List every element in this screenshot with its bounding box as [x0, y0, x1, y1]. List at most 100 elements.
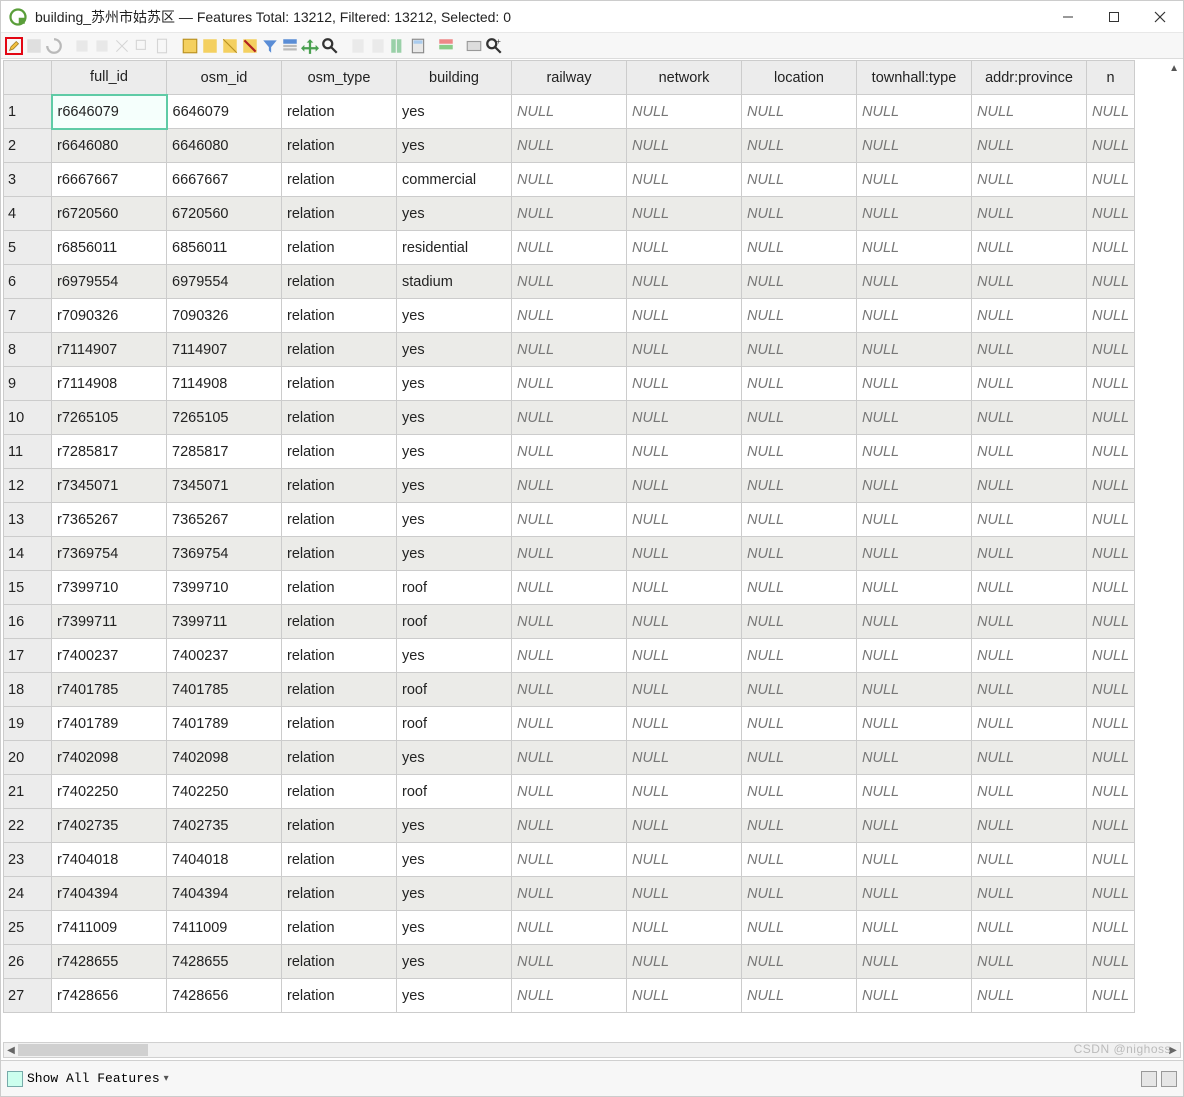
cell-building[interactable]: yes [397, 979, 512, 1013]
cell-last[interactable]: NULL [1087, 333, 1135, 367]
cell-townhall[interactable]: NULL [857, 605, 972, 639]
column-header-townhall-type[interactable]: townhall:type [857, 61, 972, 95]
cell-location[interactable]: NULL [742, 741, 857, 775]
cell-railway[interactable]: NULL [512, 299, 627, 333]
cell-network[interactable]: NULL [627, 197, 742, 231]
cell-full-id[interactable]: r7411009 [52, 911, 167, 945]
cell-osm-type[interactable]: relation [282, 95, 397, 129]
cell-townhall[interactable]: NULL [857, 163, 972, 197]
cell-addrprov[interactable]: NULL [972, 639, 1087, 673]
column-header-location[interactable]: location [742, 61, 857, 95]
new-field-button[interactable] [349, 37, 367, 55]
cell-townhall[interactable]: NULL [857, 503, 972, 537]
cell-location[interactable]: NULL [742, 673, 857, 707]
row-number-cell[interactable]: 4 [4, 197, 52, 231]
cell-railway[interactable]: NULL [512, 911, 627, 945]
cell-full-id[interactable]: r7369754 [52, 537, 167, 571]
cell-location[interactable]: NULL [742, 435, 857, 469]
cell-railway[interactable]: NULL [512, 673, 627, 707]
select-by-expression-button[interactable] [181, 37, 199, 55]
cell-full-id[interactable]: r7399710 [52, 571, 167, 605]
cell-addrprov[interactable]: NULL [972, 571, 1087, 605]
cell-full-id[interactable]: r6667667 [52, 163, 167, 197]
cell-townhall[interactable]: NULL [857, 333, 972, 367]
cell-network[interactable]: NULL [627, 571, 742, 605]
copy-button[interactable] [133, 37, 151, 55]
cell-last[interactable]: NULL [1087, 843, 1135, 877]
column-header-osm-id[interactable]: osm_id [167, 61, 282, 95]
cell-building[interactable]: yes [397, 809, 512, 843]
cell-last[interactable]: NULL [1087, 469, 1135, 503]
cell-osm-type[interactable]: relation [282, 979, 397, 1013]
cell-network[interactable]: NULL [627, 163, 742, 197]
maximize-button[interactable] [1091, 1, 1137, 33]
cell-network[interactable]: NULL [627, 401, 742, 435]
cell-osm-type[interactable]: relation [282, 877, 397, 911]
toggle-editing-button[interactable] [5, 37, 23, 55]
organize-columns-button[interactable] [389, 37, 407, 55]
scroll-left-icon[interactable]: ◀ [4, 1043, 18, 1057]
cell-building[interactable]: roof [397, 673, 512, 707]
cell-location[interactable]: NULL [742, 945, 857, 979]
close-button[interactable] [1137, 1, 1183, 33]
cell-townhall[interactable]: NULL [857, 537, 972, 571]
cell-full-id[interactable]: r7400237 [52, 639, 167, 673]
table-row[interactable]: 23r74040187404018relationyesNULLNULLNULL… [4, 843, 1135, 877]
cell-network[interactable]: NULL [627, 367, 742, 401]
cell-addrprov[interactable]: NULL [972, 129, 1087, 163]
cell-location[interactable]: NULL [742, 911, 857, 945]
cut-button[interactable] [113, 37, 131, 55]
cell-osm-type[interactable]: relation [282, 129, 397, 163]
cell-full-id[interactable]: r7399711 [52, 605, 167, 639]
row-number-cell[interactable]: 11 [4, 435, 52, 469]
cell-osm-id[interactable]: 7401789 [167, 707, 282, 741]
table-row[interactable]: 26r74286557428655relationyesNULLNULLNULL… [4, 945, 1135, 979]
paste-button[interactable] [153, 37, 171, 55]
scroll-up-icon[interactable]: ▲ [1169, 63, 1179, 74]
cell-network[interactable]: NULL [627, 945, 742, 979]
cell-osm-id[interactable]: 7369754 [167, 537, 282, 571]
cell-building[interactable]: yes [397, 401, 512, 435]
row-number-cell[interactable]: 9 [4, 367, 52, 401]
cell-addrprov[interactable]: NULL [972, 401, 1087, 435]
table-row[interactable]: 14r73697547369754relationyesNULLNULLNULL… [4, 537, 1135, 571]
cell-building[interactable]: yes [397, 469, 512, 503]
cell-full-id[interactable]: r7402098 [52, 741, 167, 775]
cell-osm-id[interactable]: 6667667 [167, 163, 282, 197]
cell-railway[interactable]: NULL [512, 741, 627, 775]
cell-network[interactable]: NULL [627, 877, 742, 911]
filter-dropdown-icon[interactable]: ▾ [164, 1073, 169, 1084]
cell-osm-type[interactable]: relation [282, 435, 397, 469]
cell-addrprov[interactable]: NULL [972, 503, 1087, 537]
cell-full-id[interactable]: r7428656 [52, 979, 167, 1013]
row-number-cell[interactable]: 19 [4, 707, 52, 741]
cell-osm-id[interactable]: 7365267 [167, 503, 282, 537]
cell-osm-id[interactable]: 7114907 [167, 333, 282, 367]
cell-last[interactable]: NULL [1087, 707, 1135, 741]
cell-location[interactable]: NULL [742, 129, 857, 163]
cell-townhall[interactable]: NULL [857, 95, 972, 129]
invert-selection-button[interactable] [221, 37, 239, 55]
conditional-formatting-button[interactable] [437, 37, 455, 55]
cell-location[interactable]: NULL [742, 469, 857, 503]
cell-building[interactable]: yes [397, 877, 512, 911]
row-number-cell[interactable]: 22 [4, 809, 52, 843]
cell-location[interactable]: NULL [742, 877, 857, 911]
minimize-button[interactable] [1045, 1, 1091, 33]
row-number-cell[interactable]: 2 [4, 129, 52, 163]
cell-addrprov[interactable]: NULL [972, 435, 1087, 469]
cell-railway[interactable]: NULL [512, 979, 627, 1013]
cell-townhall[interactable]: NULL [857, 707, 972, 741]
cell-full-id[interactable]: r6646080 [52, 129, 167, 163]
cell-addrprov[interactable]: NULL [972, 673, 1087, 707]
cell-railway[interactable]: NULL [512, 333, 627, 367]
cell-building[interactable]: yes [397, 333, 512, 367]
cell-railway[interactable]: NULL [512, 877, 627, 911]
column-header-building[interactable]: building [397, 61, 512, 95]
cell-last[interactable]: NULL [1087, 163, 1135, 197]
delete-feature-button[interactable] [93, 37, 111, 55]
cell-osm-id[interactable]: 6720560 [167, 197, 282, 231]
cell-last[interactable]: NULL [1087, 605, 1135, 639]
cell-osm-type[interactable]: relation [282, 843, 397, 877]
cell-last[interactable]: NULL [1087, 809, 1135, 843]
